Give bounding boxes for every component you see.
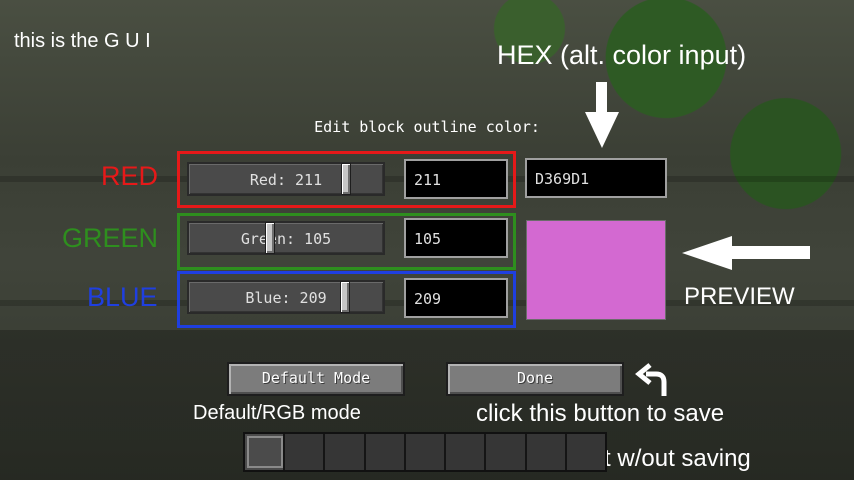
hotbar-slot — [566, 434, 605, 470]
curved-arrow-icon — [635, 363, 667, 396]
blue-label: BLUE — [87, 282, 158, 312]
gui-caption: this is the G U I — [14, 30, 151, 52]
blue-slider-label: Blue: 209 — [245, 289, 327, 307]
red-slider-knob[interactable] — [341, 163, 351, 195]
hotbar-slot — [526, 434, 567, 470]
default-mode-button[interactable]: Default Mode — [227, 362, 405, 396]
hotbar-slot — [285, 434, 326, 470]
green-slider-label: Green: 105 — [240, 230, 332, 248]
green-label: GREEN — [62, 223, 159, 253]
green-value-input[interactable]: 105 — [404, 218, 508, 258]
blue-slider-knob[interactable] — [340, 281, 350, 313]
dialog-title: Edit block outline color: — [314, 118, 540, 136]
default-mode-caption: Default/RGB mode — [193, 402, 361, 424]
done-button[interactable]: Done — [446, 362, 624, 396]
hex-caption: HEX (alt. color input) — [497, 40, 747, 70]
blue-slider[interactable]: Blue: 209 — [187, 280, 385, 314]
left-arrow-icon — [730, 246, 810, 259]
hotbar — [243, 432, 607, 472]
save-caption: click this button to save — [476, 400, 725, 427]
red-value-input[interactable]: 211 — [404, 159, 508, 199]
preview-caption: PREVIEW — [684, 283, 795, 310]
color-preview-swatch — [526, 220, 666, 320]
green-slider[interactable]: Green: 105 — [187, 221, 385, 255]
hotbar-slot — [325, 434, 366, 470]
blue-value-input[interactable]: 209 — [404, 278, 508, 318]
red-slider[interactable]: Red: 211 — [187, 162, 385, 196]
red-slider-label: Red: 211 — [249, 171, 323, 189]
hotbar-slot — [405, 434, 447, 470]
hotbar-slot — [365, 434, 406, 470]
hotbar-slot — [245, 434, 286, 470]
red-label: RED — [101, 161, 159, 191]
hotbar-slot — [486, 434, 527, 470]
hotbar-slot — [446, 434, 487, 470]
hex-input[interactable]: D369D1 — [525, 158, 667, 198]
green-slider-knob[interactable] — [265, 222, 275, 254]
left-arrow-head-icon — [682, 236, 732, 270]
down-arrow-icon — [596, 82, 607, 114]
